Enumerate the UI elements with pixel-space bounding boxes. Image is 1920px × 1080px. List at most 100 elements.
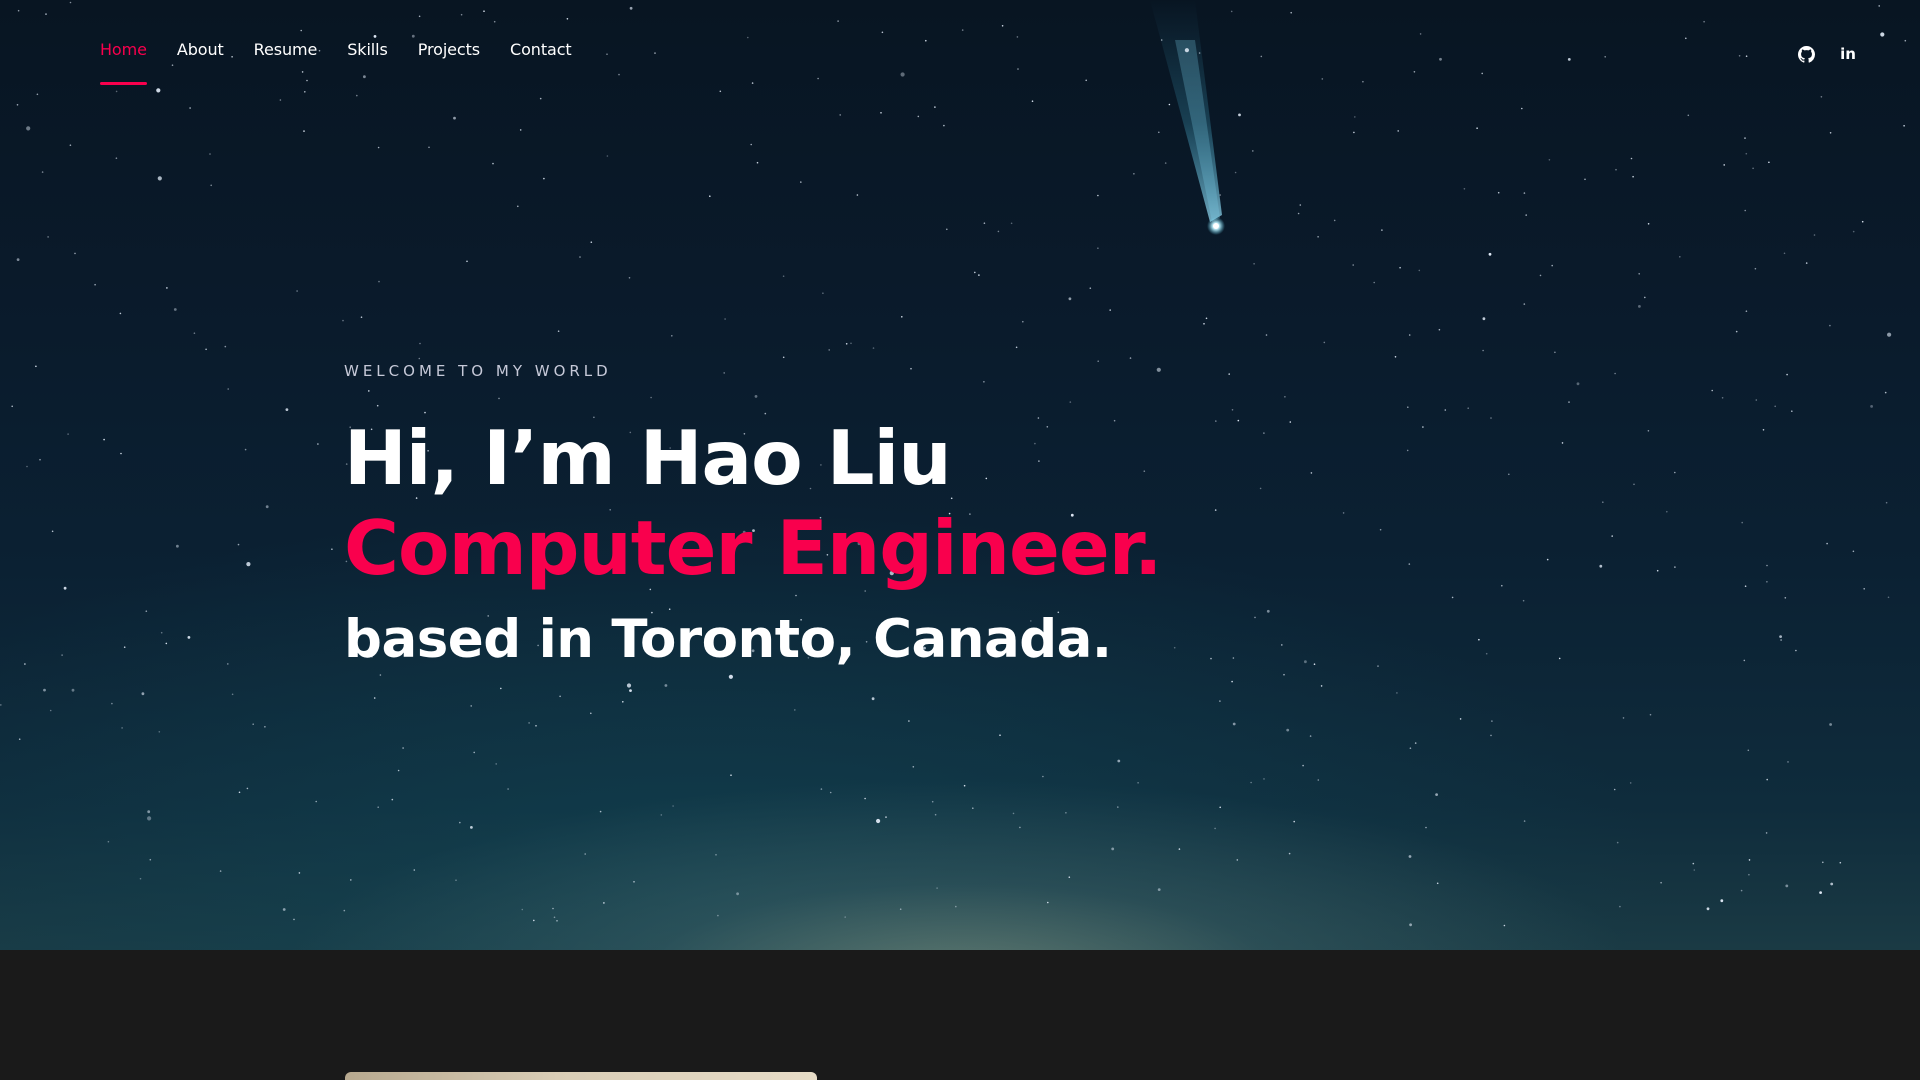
star [1016,36,1019,38]
star [69,1,72,4]
star [264,726,266,728]
star [227,663,229,665]
star [1491,720,1493,722]
star [1558,657,1561,660]
nav-item-resume[interactable]: Resume [254,40,318,61]
about-section [0,950,1920,1080]
star [1353,131,1355,134]
star [41,171,44,173]
star [1525,214,1527,216]
star [1219,806,1221,809]
star [39,458,41,461]
star [67,433,69,435]
star [955,905,957,908]
star [227,388,229,390]
github-link[interactable] [1796,44,1816,64]
star [1613,788,1616,791]
star [1342,512,1345,514]
star [1644,296,1646,299]
star [107,840,110,843]
star [1459,718,1462,720]
star [193,332,196,335]
star [1706,907,1710,911]
star [1214,509,1217,511]
star [1656,569,1659,572]
star [1754,267,1757,270]
star [1321,78,1324,80]
star [535,725,537,727]
star [844,916,846,918]
nav-item-contact[interactable]: Contact [510,40,572,61]
star [1214,827,1216,830]
star [156,88,161,93]
star [899,908,902,910]
star [724,318,726,320]
star [1253,263,1255,265]
star [1791,410,1793,413]
star [1649,713,1652,716]
star [618,73,620,76]
star [1481,72,1483,75]
linkedin-link[interactable]: in [1838,44,1858,64]
star [1744,209,1746,212]
star [1228,373,1230,375]
star [16,104,19,106]
star [1721,397,1724,399]
star [418,15,421,18]
star [1333,219,1336,222]
star [265,505,269,509]
star [736,892,739,896]
star [925,39,927,42]
star [1568,401,1570,403]
star [1497,191,1500,194]
star [1787,761,1789,763]
star [1284,396,1286,398]
star [1178,848,1181,850]
star [1482,317,1486,321]
star [300,29,303,32]
star [566,18,569,20]
comet [1150,0,1225,235]
nav-item-skills[interactable]: Skills [347,40,388,61]
star [343,909,346,912]
star [1354,116,1356,118]
star [606,53,608,55]
star [1786,373,1788,376]
star [1878,5,1880,7]
star [43,688,46,692]
star [1117,759,1121,763]
star [961,29,964,31]
nav-item-projects[interactable]: Projects [418,40,480,61]
star [1408,563,1411,565]
star [1693,869,1696,871]
star [71,688,75,692]
star [1478,638,1480,641]
star [1408,855,1412,858]
star [1158,131,1160,134]
star [1561,442,1564,444]
star [828,349,830,351]
star [157,176,162,181]
star [1198,52,1201,54]
star [1604,56,1606,58]
star [1747,749,1750,752]
star [519,129,522,131]
star [121,727,123,729]
star [1309,735,1312,737]
nav-item-about[interactable]: About [177,40,224,61]
star [521,908,524,911]
star [1885,501,1888,504]
star [1396,692,1398,694]
star [880,112,882,114]
star [293,918,295,921]
star [837,20,839,22]
star [1137,782,1139,784]
star [1230,10,1233,13]
about-image [345,1072,817,1080]
star [1674,566,1676,568]
star [1752,167,1754,170]
star [1679,255,1681,258]
star [342,319,344,322]
nav-item-home[interactable]: Home [100,40,147,85]
star [160,631,163,634]
